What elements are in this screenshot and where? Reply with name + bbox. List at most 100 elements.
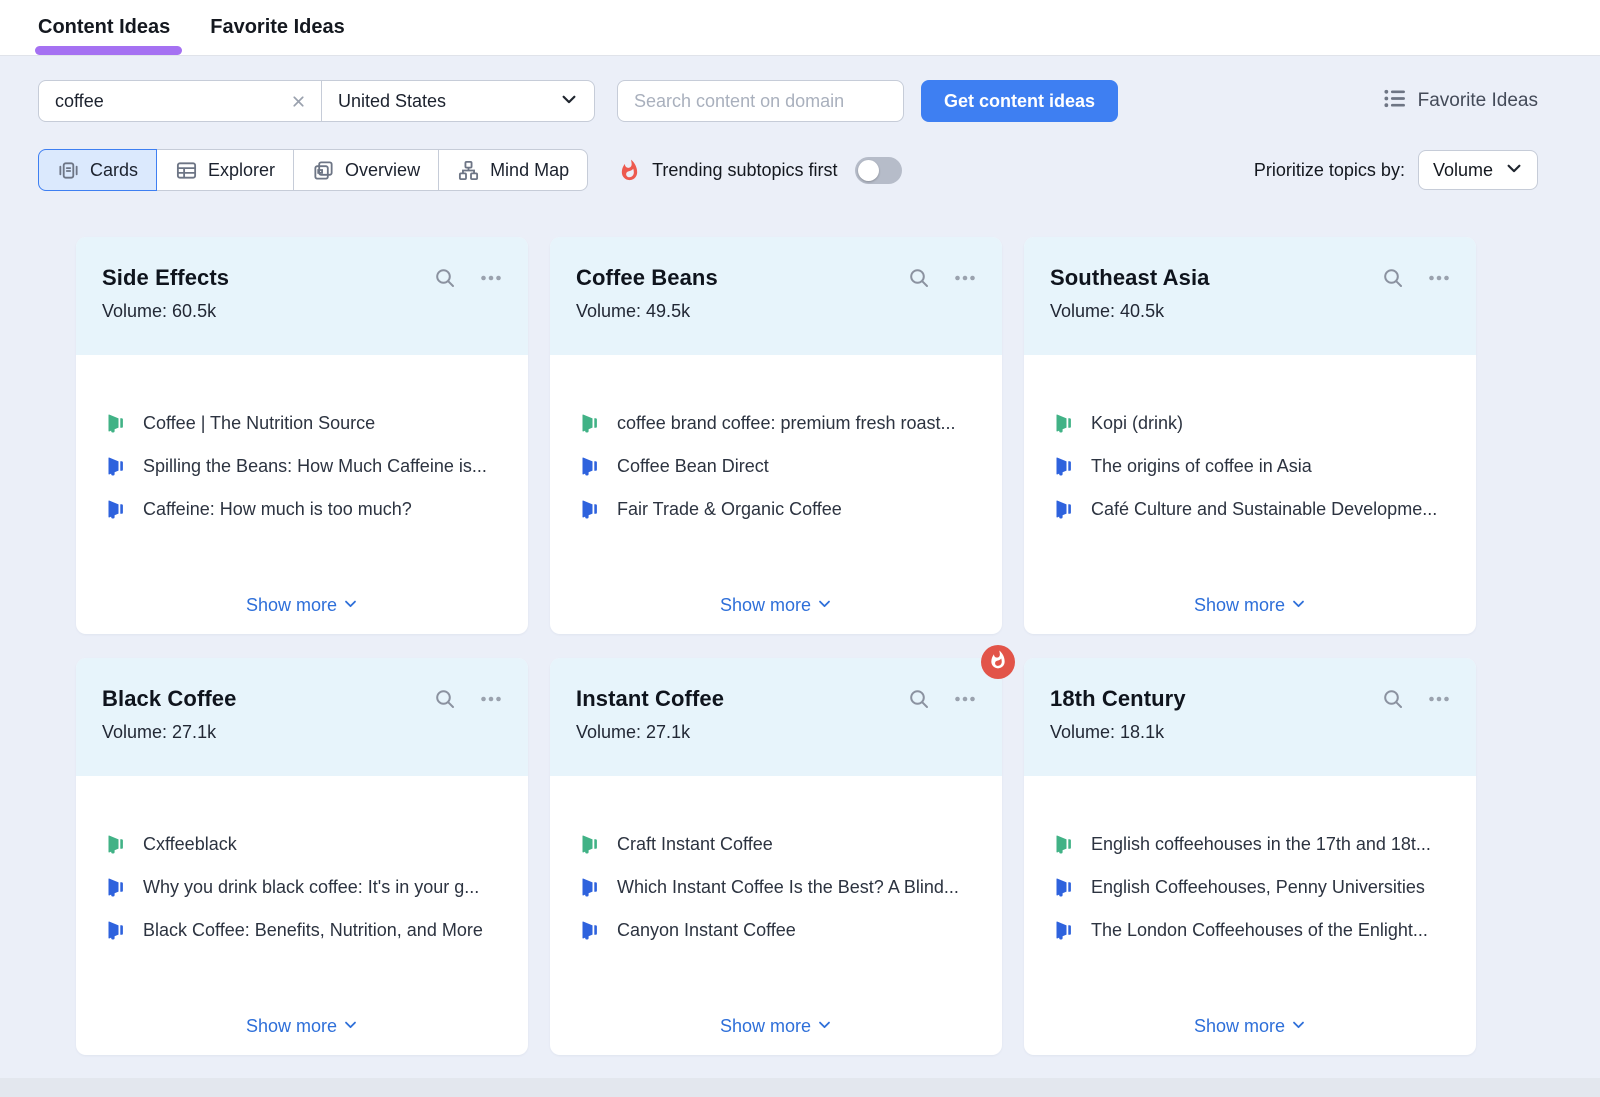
megaphone-icon bbox=[580, 834, 600, 854]
topic-search-group: United States bbox=[38, 80, 595, 122]
favorite-ideas-link[interactable]: Favorite Ideas bbox=[1383, 87, 1538, 115]
view-mindmap-button[interactable]: Mind Map bbox=[438, 149, 588, 191]
card-body: Kopi (drink) The origins of coffee in As… bbox=[1024, 355, 1476, 634]
more-menu-icon[interactable] bbox=[480, 688, 502, 710]
view-switcher: Cards Explorer Overview Mind Map bbox=[38, 149, 588, 191]
megaphone-icon bbox=[580, 877, 600, 897]
topic-title: Coffee Beans bbox=[576, 265, 718, 291]
card-body: English coffeehouses in the 17th and 18t… bbox=[1024, 776, 1476, 1055]
search-topic-icon[interactable] bbox=[434, 688, 456, 710]
card-body: Craft Instant Coffee Which Instant Coffe… bbox=[550, 776, 1002, 1055]
clear-query-icon[interactable] bbox=[287, 90, 309, 112]
idea-list-item[interactable]: Coffee Bean Direct bbox=[580, 456, 972, 476]
idea-list-item[interactable]: English Coffeehouses, Penny Universities bbox=[1054, 877, 1446, 897]
megaphone-icon bbox=[106, 499, 126, 519]
list-icon bbox=[1383, 87, 1406, 115]
prioritize-group: Prioritize topics by: Volume bbox=[1254, 150, 1538, 190]
view-explorer-button[interactable]: Explorer bbox=[156, 149, 294, 191]
card-header: Instant Coffee Volume: 27.1k bbox=[550, 658, 1002, 776]
show-more-link[interactable]: Show more bbox=[76, 595, 528, 616]
more-menu-icon[interactable] bbox=[954, 267, 976, 289]
megaphone-icon bbox=[106, 877, 126, 897]
card-body: Coffee | The Nutrition Source Spilling t… bbox=[76, 355, 528, 634]
trending-switch[interactable] bbox=[855, 157, 902, 184]
idea-list-item[interactable]: The London Coffeehouses of the Enlight..… bbox=[1054, 920, 1446, 940]
search-topic-icon[interactable] bbox=[1382, 267, 1404, 289]
view-row: Cards Explorer Overview Mind Map Trendin… bbox=[38, 149, 1538, 191]
idea-list-item[interactable]: Cxffeeblack bbox=[106, 834, 498, 854]
topic-cards-grid: Side Effects Volume: 60.5k Coffee | The … bbox=[38, 237, 1538, 1055]
megaphone-icon bbox=[1054, 456, 1074, 476]
get-content-ideas-button[interactable]: Get content ideas bbox=[921, 80, 1118, 122]
more-menu-icon[interactable] bbox=[954, 688, 976, 710]
idea-list-item[interactable]: Black Coffee: Benefits, Nutrition, and M… bbox=[106, 920, 498, 940]
topic-card-instant-coffee: Instant Coffee Volume: 27.1k Craft Insta… bbox=[550, 658, 1002, 1055]
trending-badge bbox=[981, 645, 1015, 679]
card-header: Coffee Beans Volume: 49.5k bbox=[550, 237, 1002, 355]
idea-list-item[interactable]: English coffeehouses in the 17th and 18t… bbox=[1054, 834, 1446, 854]
search-topic-icon[interactable] bbox=[908, 267, 930, 289]
topic-volume: Volume: 27.1k bbox=[102, 722, 502, 743]
topic-query-wrap bbox=[39, 81, 321, 121]
view-cards-button[interactable]: Cards bbox=[38, 149, 157, 191]
search-topic-icon[interactable] bbox=[434, 267, 456, 289]
megaphone-icon bbox=[1054, 499, 1074, 519]
flame-icon bbox=[988, 650, 1008, 675]
idea-list-item[interactable]: Canyon Instant Coffee bbox=[580, 920, 972, 940]
idea-list-item[interactable]: The origins of coffee in Asia bbox=[1054, 456, 1446, 476]
idea-list-item[interactable]: Why you drink black coffee: It's in your… bbox=[106, 877, 498, 897]
show-more-link[interactable]: Show more bbox=[1024, 1016, 1476, 1037]
topic-title: Southeast Asia bbox=[1050, 265, 1210, 291]
idea-list-item[interactable]: Caffeine: How much is too much? bbox=[106, 499, 498, 519]
search-topic-icon[interactable] bbox=[908, 688, 930, 710]
idea-list-item[interactable]: Coffee | The Nutrition Source bbox=[106, 413, 498, 433]
topic-card-coffee-beans: Coffee Beans Volume: 49.5k coffee brand … bbox=[550, 237, 1002, 634]
topic-card-side-effects: Side Effects Volume: 60.5k Coffee | The … bbox=[76, 237, 528, 634]
topic-title: Black Coffee bbox=[102, 686, 236, 712]
more-menu-icon[interactable] bbox=[480, 267, 502, 289]
tab-favorite-ideas[interactable]: Favorite Ideas bbox=[210, 0, 345, 55]
megaphone-icon bbox=[1054, 920, 1074, 940]
card-header: Southeast Asia Volume: 40.5k bbox=[1024, 237, 1476, 355]
idea-list-item[interactable]: Kopi (drink) bbox=[1054, 413, 1446, 433]
search-row: United States Get content ideas Favorite… bbox=[38, 80, 1538, 122]
card-header: Side Effects Volume: 60.5k bbox=[76, 237, 528, 355]
topic-query-input[interactable] bbox=[55, 91, 287, 112]
table-view-icon bbox=[175, 159, 198, 182]
show-more-link[interactable]: Show more bbox=[1024, 595, 1476, 616]
tab-content-ideas[interactable]: Content Ideas bbox=[38, 0, 170, 55]
prioritize-select[interactable]: Volume bbox=[1418, 150, 1538, 190]
country-value: United States bbox=[338, 91, 446, 112]
show-more-link[interactable]: Show more bbox=[550, 1016, 1002, 1037]
idea-list-item[interactable]: Fair Trade & Organic Coffee bbox=[580, 499, 972, 519]
topic-volume: Volume: 27.1k bbox=[576, 722, 976, 743]
megaphone-icon bbox=[1054, 413, 1074, 433]
flame-icon bbox=[618, 159, 641, 182]
prioritize-value: Volume bbox=[1433, 160, 1493, 181]
idea-list-item[interactable]: Which Instant Coffee Is the Best? A Blin… bbox=[580, 877, 972, 897]
view-overview-button[interactable]: Overview bbox=[293, 149, 439, 191]
idea-list-item[interactable]: Spilling the Beans: How Much Caffeine is… bbox=[106, 456, 498, 476]
show-more-link[interactable]: Show more bbox=[550, 595, 1002, 616]
more-menu-icon[interactable] bbox=[1428, 688, 1450, 710]
idea-list-item[interactable]: coffee brand coffee: premium fresh roast… bbox=[580, 413, 972, 433]
chevron-down-icon bbox=[560, 90, 578, 113]
chevron-down-icon bbox=[1505, 159, 1523, 182]
show-more-link[interactable]: Show more bbox=[76, 1016, 528, 1037]
topic-volume: Volume: 49.5k bbox=[576, 301, 976, 322]
overview-view-icon bbox=[312, 159, 335, 182]
topic-card-southeast-asia: Southeast Asia Volume: 40.5k Kopi (drink… bbox=[1024, 237, 1476, 634]
chevron-down-icon bbox=[1291, 1016, 1306, 1037]
idea-list-item[interactable]: Craft Instant Coffee bbox=[580, 834, 972, 854]
domain-search-input[interactable] bbox=[617, 80, 904, 122]
idea-list-item[interactable]: Café Culture and Sustainable Developme..… bbox=[1054, 499, 1446, 519]
chevron-down-icon bbox=[343, 1016, 358, 1037]
search-topic-icon[interactable] bbox=[1382, 688, 1404, 710]
card-header: 18th Century Volume: 18.1k bbox=[1024, 658, 1476, 776]
more-menu-icon[interactable] bbox=[1428, 267, 1450, 289]
megaphone-icon bbox=[1054, 834, 1074, 854]
topic-card-18th-century: 18th Century Volume: 18.1k English coffe… bbox=[1024, 658, 1476, 1055]
switch-knob bbox=[858, 160, 879, 181]
country-select[interactable]: United States bbox=[321, 81, 594, 121]
mindmap-view-icon bbox=[457, 159, 480, 182]
